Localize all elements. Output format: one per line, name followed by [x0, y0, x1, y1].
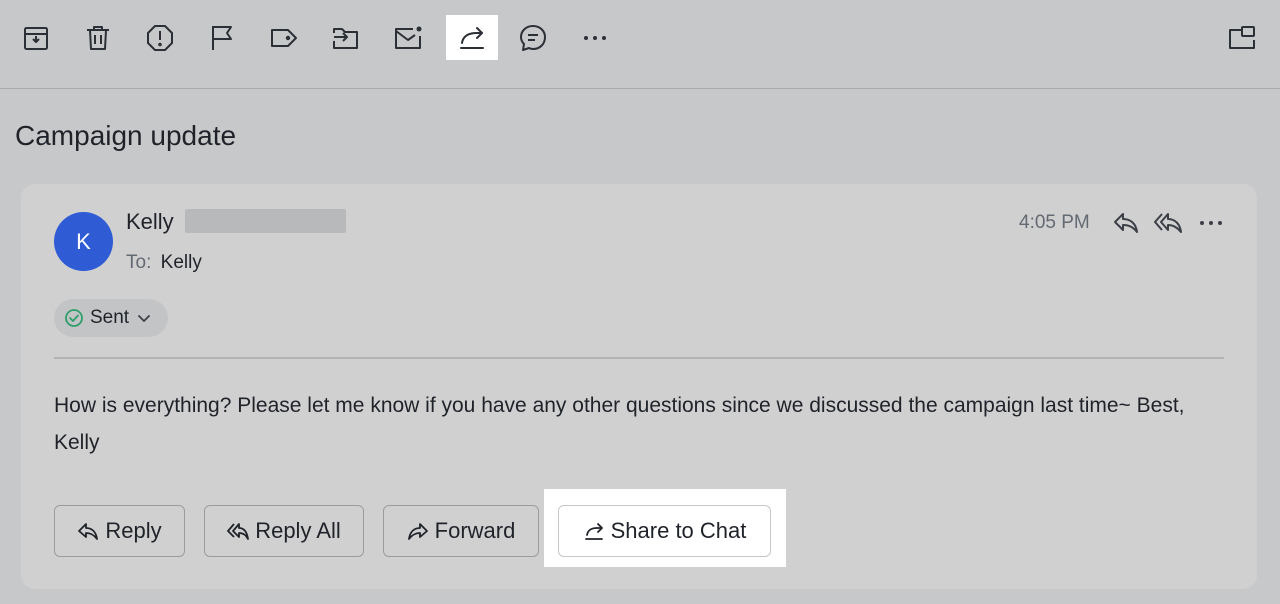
recipient-name[interactable]: Kelly	[161, 252, 202, 273]
flag-button[interactable]	[196, 15, 248, 60]
status-label: Sent	[90, 307, 130, 328]
header-more-button[interactable]	[1196, 208, 1226, 238]
forward-button[interactable]: Forward	[383, 505, 539, 557]
mail-toolbar	[0, 0, 1280, 89]
report-spam-icon	[147, 24, 173, 51]
divider	[54, 357, 1224, 359]
archive-button[interactable]	[10, 15, 62, 60]
report-spam-button[interactable]	[134, 15, 186, 60]
share-icon	[460, 26, 484, 49]
message-body: How is everything? Please let me know if…	[54, 394, 1185, 454]
open-in-window-button[interactable]	[1216, 15, 1268, 60]
more-icon	[1200, 221, 1222, 225]
email-subject: Campaign update	[15, 120, 237, 151]
reply-all-icon	[1154, 213, 1182, 233]
label-button[interactable]	[258, 15, 310, 60]
reply-all-button[interactable]: Reply All	[204, 505, 364, 557]
reply-icon	[1114, 213, 1138, 233]
header-reply-button[interactable]	[1111, 208, 1141, 238]
header-reply-all-button[interactable]	[1153, 208, 1183, 238]
comment-icon	[520, 24, 546, 51]
sent-time: 4:05 PM	[1019, 212, 1090, 233]
status-badge[interactable]: Sent	[54, 299, 168, 337]
more-button[interactable]	[569, 15, 621, 60]
mark-unread-button[interactable]	[382, 15, 434, 60]
redacted-sender-address	[185, 209, 346, 233]
check-circle-icon	[65, 309, 83, 327]
reply-icon	[78, 523, 99, 540]
flag-icon	[212, 25, 232, 50]
share-to-chat-button[interactable]: Share to Chat	[558, 505, 771, 557]
reply-label: Reply	[105, 518, 162, 543]
archive-icon	[24, 26, 48, 50]
chevron-down-icon	[138, 315, 150, 322]
label-icon	[271, 28, 297, 47]
reply-all-icon	[227, 523, 250, 540]
comment-button[interactable]	[507, 15, 559, 60]
sender-name[interactable]: Kelly	[126, 209, 174, 235]
open-in-window-icon	[1229, 25, 1255, 49]
share-to-chat-label: Share to Chat	[610, 518, 747, 543]
avatar-initial: K	[76, 228, 91, 254]
share-button[interactable]	[446, 15, 498, 60]
forward-label: Forward	[434, 518, 516, 543]
more-icon	[584, 35, 606, 40]
mark-unread-icon	[395, 26, 422, 49]
reply-button[interactable]: Reply	[54, 505, 185, 557]
to-label: To:	[126, 252, 152, 273]
avatar[interactable]: K	[54, 212, 113, 271]
move-to-icon	[333, 27, 358, 49]
forward-icon	[407, 523, 428, 540]
message-card: K Kelly To: Kelly 4:05 PM Sent How is ev…	[21, 184, 1257, 589]
share-icon	[584, 523, 603, 540]
delete-icon	[87, 25, 109, 50]
recipients-row: To: Kelly	[126, 252, 202, 274]
move-to-button[interactable]	[320, 15, 372, 60]
reply-all-label: Reply All	[255, 518, 341, 543]
delete-button[interactable]	[72, 15, 124, 60]
